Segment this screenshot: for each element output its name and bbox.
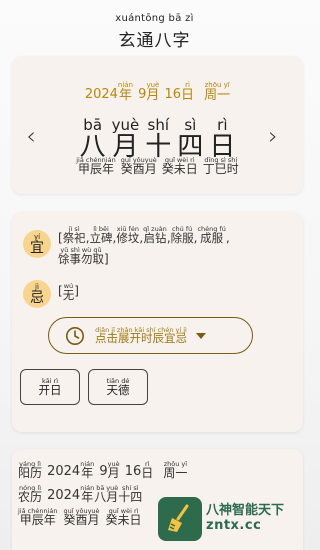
- ganzhi-line: jiǎ chénnián 甲辰年 guǐ yǒuyuè 癸酉月 guǐ wèi rì 癸未…: [76, 155, 239, 176]
- yi-list: [jì sì 祭祀, lì bēi 立碑, xiū fén 修坟, qǐ zuàn 启钻, ch…: [58, 225, 230, 266]
- site-watermark: 八神智能天下 zntx.cc: [158, 494, 309, 544]
- solar-weekday: 周一: [204, 88, 231, 103]
- expand-hours-label: 点击展开时辰宜忌: [95, 331, 187, 345]
- ganzhi-detail-line: jiǎ chénnián 甲辰年 guǐ yǒuyuè 癸酉月 guǐ wèi rì 癸未…: [18, 506, 142, 527]
- solar-month: 9: [138, 87, 147, 102]
- clock-icon: [66, 326, 84, 345]
- ji-list: [wú 无]: [58, 282, 79, 302]
- lunar-date: bā 八 yuè 月 shí 十 sì 四 rì 日: [79, 116, 236, 162]
- app-title-pinyin: xuántōng bā zì: [115, 13, 194, 24]
- expand-hours-button[interactable]: diǎn jī zhǎn kāi shí chén yí jì 点击展开时辰宜忌: [48, 317, 253, 354]
- solar-year: 2024: [84, 87, 118, 102]
- ji-badge: jì 忌: [23, 280, 51, 308]
- caret-down-icon: [196, 332, 206, 339]
- app-title-text: 玄通八字: [118, 31, 191, 51]
- app-title: xuántōng bā zì 玄通八字: [0, 6, 309, 51]
- kairi-button[interactable]: kāi rì 开日: [20, 369, 80, 405]
- watermark-name: 八神智能天下: [206, 503, 285, 519]
- yiji-card: yí 宜 [jì sì 祭祀, lì bēi 立碑, xiū fén 修坟, qǐ zuàn 启…: [12, 212, 303, 432]
- yi-badge: yí 宜: [23, 230, 51, 258]
- broom-logo-icon: [158, 497, 202, 541]
- lunar-detail-line: nóng lì 农历 2024 nián 年 bā 八 yuè 月 shí sì 十四: [18, 483, 143, 504]
- solar-day: 16: [164, 87, 182, 102]
- watermark-url: zntx.cc: [206, 518, 262, 533]
- tiande-button[interactable]: tiān dé 天德: [88, 369, 148, 405]
- date-card: 2024 nián 年 9 yuè 月 16 rì 日 zhōu yī 周一 ‹ › bā 八 y…: [12, 56, 303, 194]
- solar-date: 2024 nián 年 9 yuè 月 16 rì 日 zhōu yī 周一: [84, 81, 231, 103]
- solar-detail-line: yáng lì 阳历 2024 nián 年 9 yuè 月 16 rì 日 zhōu yī 周…: [18, 459, 188, 480]
